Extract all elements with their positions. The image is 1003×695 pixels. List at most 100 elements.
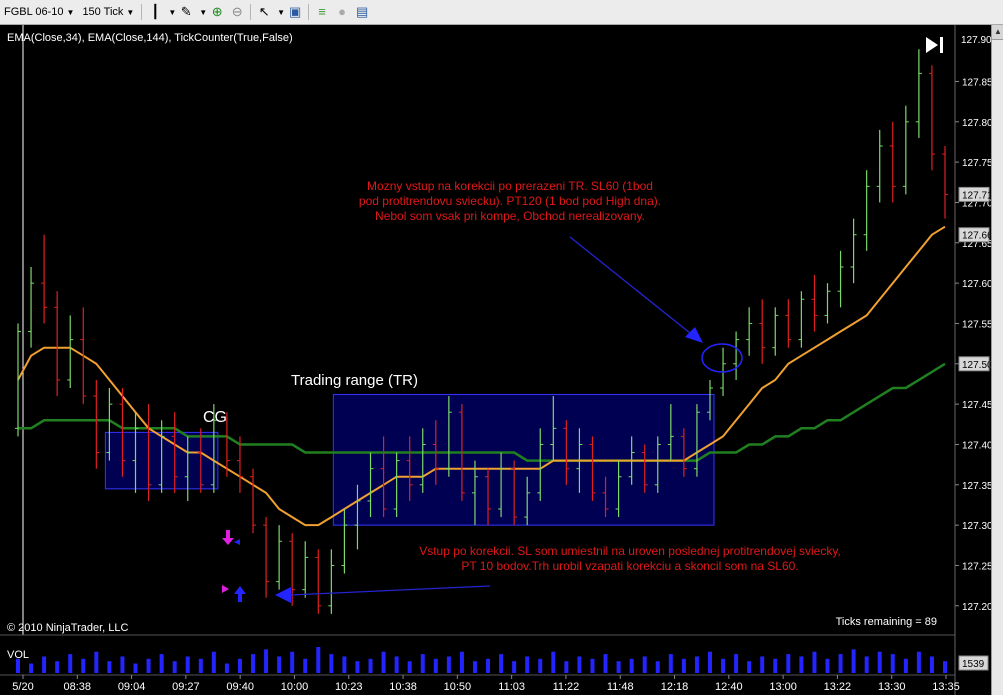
chevron-down-icon[interactable]: ▼ [199,8,207,17]
period-selector[interactable]: 150 Tick ▼ [78,3,138,21]
volume-bar [264,649,269,673]
price-tick-label: 127.75 [962,158,991,169]
volume-bar [277,656,282,673]
time-tick-label: 10:00 [281,681,309,693]
circle-icon[interactable]: ● [334,4,350,20]
time-tick-label: 13:30 [878,681,906,693]
price-tick-label: 127.30 [962,521,991,532]
draw-icon[interactable]: ✎ [178,4,194,20]
play-icon-bar [940,37,943,53]
cg-label: CG [203,409,227,426]
note-top: Mozny vstup na korekcii po prerazeni TR.… [359,179,661,223]
volume-bar [303,658,308,673]
copyright-label: © 2010 NinjaTrader, LLC [7,622,128,634]
instrument-label: FGBL 06-10 [4,6,64,18]
volume-label: VOL [7,649,29,661]
price-marker: 127.71 [958,186,991,202]
volume-bar [211,651,216,673]
note-bottom: Vstup po korekcii. SL som umiestnil na u… [419,544,841,573]
volume-bar [525,656,530,673]
time-tick-label: 08:38 [64,681,92,693]
price-tick-label: 127.85 [962,77,991,88]
note-top-line: pod protitrendovu sviecku). PT120 (1 bod… [359,194,661,208]
volume-bar [146,658,151,673]
volume-bar [29,663,34,673]
volume-bar [564,661,569,673]
time-tick-label: 11:22 [553,681,580,693]
volume-bar [590,658,595,673]
time-tick-label: 11:48 [607,681,634,693]
strategy-icon[interactable]: ≡ [314,4,330,20]
chart-toolbar: FGBL 06-10 ▼ 150 Tick ▼ ┃ ▼ ✎ ▼ ⊕ ⊖ ↖ ▼ … [0,0,1003,25]
volume-bar [629,658,634,673]
time-tick-label: 10:23 [335,681,363,693]
volume-bar [459,651,464,673]
ticks-remaining-label: Ticks remaining = 89 [836,616,937,628]
scroll-up-icon[interactable]: ▲ [992,25,1003,40]
volume-bar [355,661,360,673]
volume-bar [224,663,229,673]
chart-window: FGBL 06-10 ▼ 150 Tick ▼ ┃ ▼ ✎ ▼ ⊕ ⊖ ↖ ▼ … [0,0,1003,695]
instrument-selector[interactable]: FGBL 06-10 ▼ [0,3,78,21]
vertical-scrollbar[interactable]: ▲ [991,25,1003,695]
volume-bar [642,656,647,673]
volume-bar [251,654,256,673]
price-tick-label: 127.45 [962,400,991,411]
volume-value: 1539 [962,659,985,670]
volume-bar [786,654,791,673]
volume-bar [668,654,673,673]
time-tick-label: 11:03 [498,681,525,693]
chevron-down-icon[interactable]: ▼ [168,8,176,17]
signal-up-stem [238,594,242,602]
note-top-line: Nebol som vsak pri kompe, Obchod nereali… [375,209,645,223]
volume-bar [342,656,347,673]
volume-bar [185,656,190,673]
volume-bar [290,651,295,673]
price-marker: 127.66 [958,227,991,243]
volume-bar [237,658,242,673]
volume-bar [877,651,882,673]
volume-bar [799,656,804,673]
bar-style-icon[interactable]: ┃ [147,4,163,20]
volume-bar [133,663,138,673]
volume-bar [616,661,621,673]
price-tick-label: 127.55 [962,319,991,330]
time-tick-label: 10:38 [389,681,417,693]
volume-bar [55,661,60,673]
data-box-icon[interactable]: ▤ [354,4,370,20]
time-tick-label: 13:22 [824,681,852,693]
zoom-out-icon[interactable]: ⊖ [229,4,245,20]
price-tick-label: 127.40 [962,440,991,451]
volume-bar [577,656,582,673]
volume-bar [159,654,164,673]
time-tick-label: 09:40 [226,681,254,693]
price-tick-label: 127.60 [962,279,991,290]
volume-bar [538,658,543,673]
volume-bar [512,661,517,673]
price-chart[interactable]: EMA(Close,34), EMA(Close,144), TickCount… [0,25,991,695]
toolbar-divider [308,4,310,20]
time-tick-label: 10:50 [444,681,472,693]
price-marker: 127.50 [958,356,991,372]
volume-bar [903,658,908,673]
note-bottom-line: PT 10 bodov.Trh urobil vzapati korekciu … [461,559,798,573]
properties-icon[interactable]: ▣ [287,4,303,20]
volume-bar [864,656,869,673]
signal-down-stem [226,530,230,539]
chevron-down-icon[interactable]: ▼ [277,8,285,17]
toolbar-divider [250,4,252,20]
volume-bar [812,651,817,673]
volume-bar [943,661,947,673]
cursor-icon[interactable]: ↖ [256,4,272,20]
volume-bar [929,656,934,673]
zoom-in-icon[interactable]: ⊕ [209,4,225,20]
volume-bar [838,654,843,673]
volume-bar [446,656,451,673]
time-tick-label: 12:40 [715,681,743,693]
volume-bar [499,654,504,673]
time-tick-label: 5/20 [12,681,33,693]
price-marker-label: 127.50 [962,360,991,371]
volume-bar [681,658,686,673]
volume-bar [694,656,699,673]
time-tick-label: 13:00 [769,681,797,693]
